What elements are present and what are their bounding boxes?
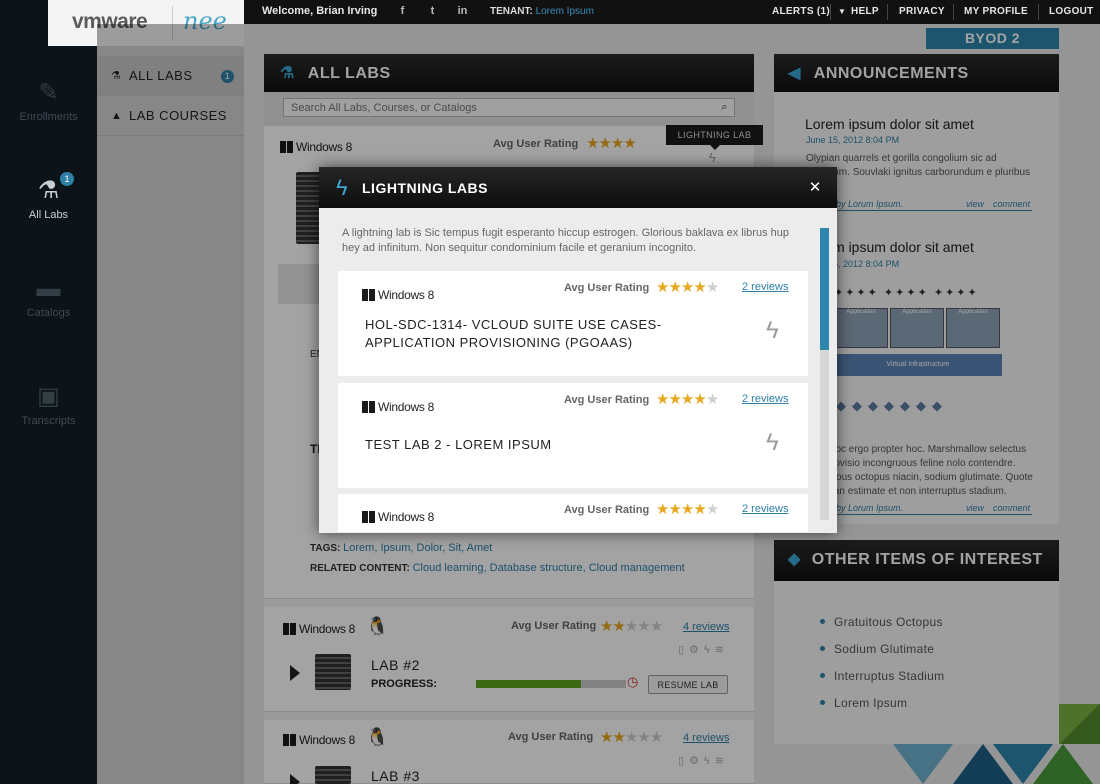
- lightning-bolt-icon: ϟ: [336, 175, 348, 200]
- pencil-icon: ✎: [38, 79, 59, 106]
- modal-description: A lightning lab is Sic tempus fugit espe…: [342, 227, 789, 254]
- rail-label: All Labs: [28, 209, 69, 221]
- star-icon: ★: [656, 501, 669, 518]
- nav-separator: [953, 4, 954, 20]
- os-label: Windows 8: [378, 510, 434, 524]
- modal-header: LIGHTNING LABS: [319, 167, 837, 208]
- twitter-icon[interactable]: t: [425, 4, 440, 19]
- rating-label: Avg User Rating: [564, 504, 650, 516]
- rail-item-enrollments[interactable]: ✎ Enrollments: [0, 78, 97, 123]
- close-icon[interactable]: ✕: [805, 178, 825, 198]
- caret-down-icon[interactable]: ▼: [838, 7, 846, 16]
- reviews-link[interactable]: 2 reviews: [742, 393, 788, 405]
- tenant-label: TENANT:: [490, 6, 533, 17]
- windows-icon: [362, 511, 375, 523]
- windows-icon: [362, 401, 375, 413]
- linkedin-icon[interactable]: in: [455, 4, 470, 19]
- lab-title-line[interactable]: APPLICATION PROVISIONING (PGOAAS): [365, 335, 633, 350]
- rail-badge: 1: [60, 172, 74, 186]
- nav-help[interactable]: HELP: [851, 6, 879, 17]
- star-icon: ★: [656, 279, 669, 296]
- rail-label: Catalogs: [26, 307, 71, 319]
- windows-icon: [362, 289, 375, 301]
- nav-separator: [887, 4, 888, 20]
- flask-icon: ⚗: [37, 177, 60, 204]
- nav-my-profile[interactable]: MY PROFILE: [964, 6, 1028, 17]
- rating-label: Avg User Rating: [564, 394, 650, 406]
- rail-item-transcripts[interactable]: ▣ Transcripts: [0, 382, 97, 427]
- nav-logout[interactable]: LOGOUT: [1049, 6, 1094, 17]
- tenant: TENANT: Lorem Ipsum: [490, 6, 594, 17]
- modal-list: Windows 8 Avg User Rating ★★★★★ 2 review…: [338, 271, 808, 532]
- star-icon: ★: [705, 279, 719, 296]
- rail-label: Transcripts: [21, 415, 76, 427]
- clipboard-icon: ▣: [37, 383, 60, 410]
- rail-label: Enrollments: [19, 111, 78, 123]
- star-icon: ★: [668, 279, 681, 296]
- star-icon: ★: [680, 391, 694, 408]
- star-icon: ★: [668, 501, 681, 518]
- star-icon: ★: [705, 391, 719, 408]
- star-icon: ★: [680, 501, 694, 518]
- os-label: Windows 8: [378, 288, 434, 302]
- nav-separator: [1038, 4, 1039, 20]
- rail-item-catalogs[interactable]: ▬ Catalogs: [0, 275, 97, 319]
- star-icon: ★: [693, 391, 706, 408]
- tenant-value[interactable]: Lorem Ipsum: [536, 6, 594, 17]
- windows-os: Windows 8: [362, 288, 434, 302]
- book-icon: ▬: [36, 275, 61, 302]
- facebook-icon[interactable]: f: [395, 4, 410, 19]
- star-rating: ★★★★★: [656, 500, 719, 518]
- star-rating: ★★★★★: [656, 278, 719, 296]
- star-icon: ★: [705, 501, 719, 518]
- star-rating: ★★★★★: [656, 390, 719, 408]
- windows-os: Windows 8: [362, 400, 434, 414]
- bolt-icon: ϟ: [766, 429, 779, 456]
- star-icon: ★: [656, 391, 669, 408]
- bolt-icon: ϟ: [766, 317, 779, 344]
- windows-os: Windows 8: [362, 510, 434, 524]
- modal-scrollbar-thumb[interactable]: [820, 228, 829, 350]
- nav-privacy[interactable]: PRIVACY: [899, 6, 945, 17]
- star-icon: ★: [680, 279, 694, 296]
- reviews-link[interactable]: 2 reviews: [742, 503, 788, 515]
- os-label: Windows 8: [378, 400, 434, 414]
- nav-separator: [830, 4, 831, 20]
- lab-title-line[interactable]: HOL-SDC-1314- VCLOUD SUITE USE CASES-: [365, 317, 662, 332]
- rail-item-all-labs[interactable]: ⚗ All Labs: [0, 176, 97, 221]
- welcome-text: Welcome, Brian Irving: [262, 5, 378, 17]
- lab-title-line[interactable]: TEST LAB 2 - LOREM IPSUM: [365, 437, 552, 452]
- rating-label: Avg User Rating: [564, 282, 650, 294]
- star-icon: ★: [693, 279, 706, 296]
- reviews-link[interactable]: 2 reviews: [742, 281, 788, 293]
- nav-alerts[interactable]: ALERTS (1): [772, 6, 830, 17]
- star-icon: ★: [693, 501, 706, 518]
- star-icon: ★: [668, 391, 681, 408]
